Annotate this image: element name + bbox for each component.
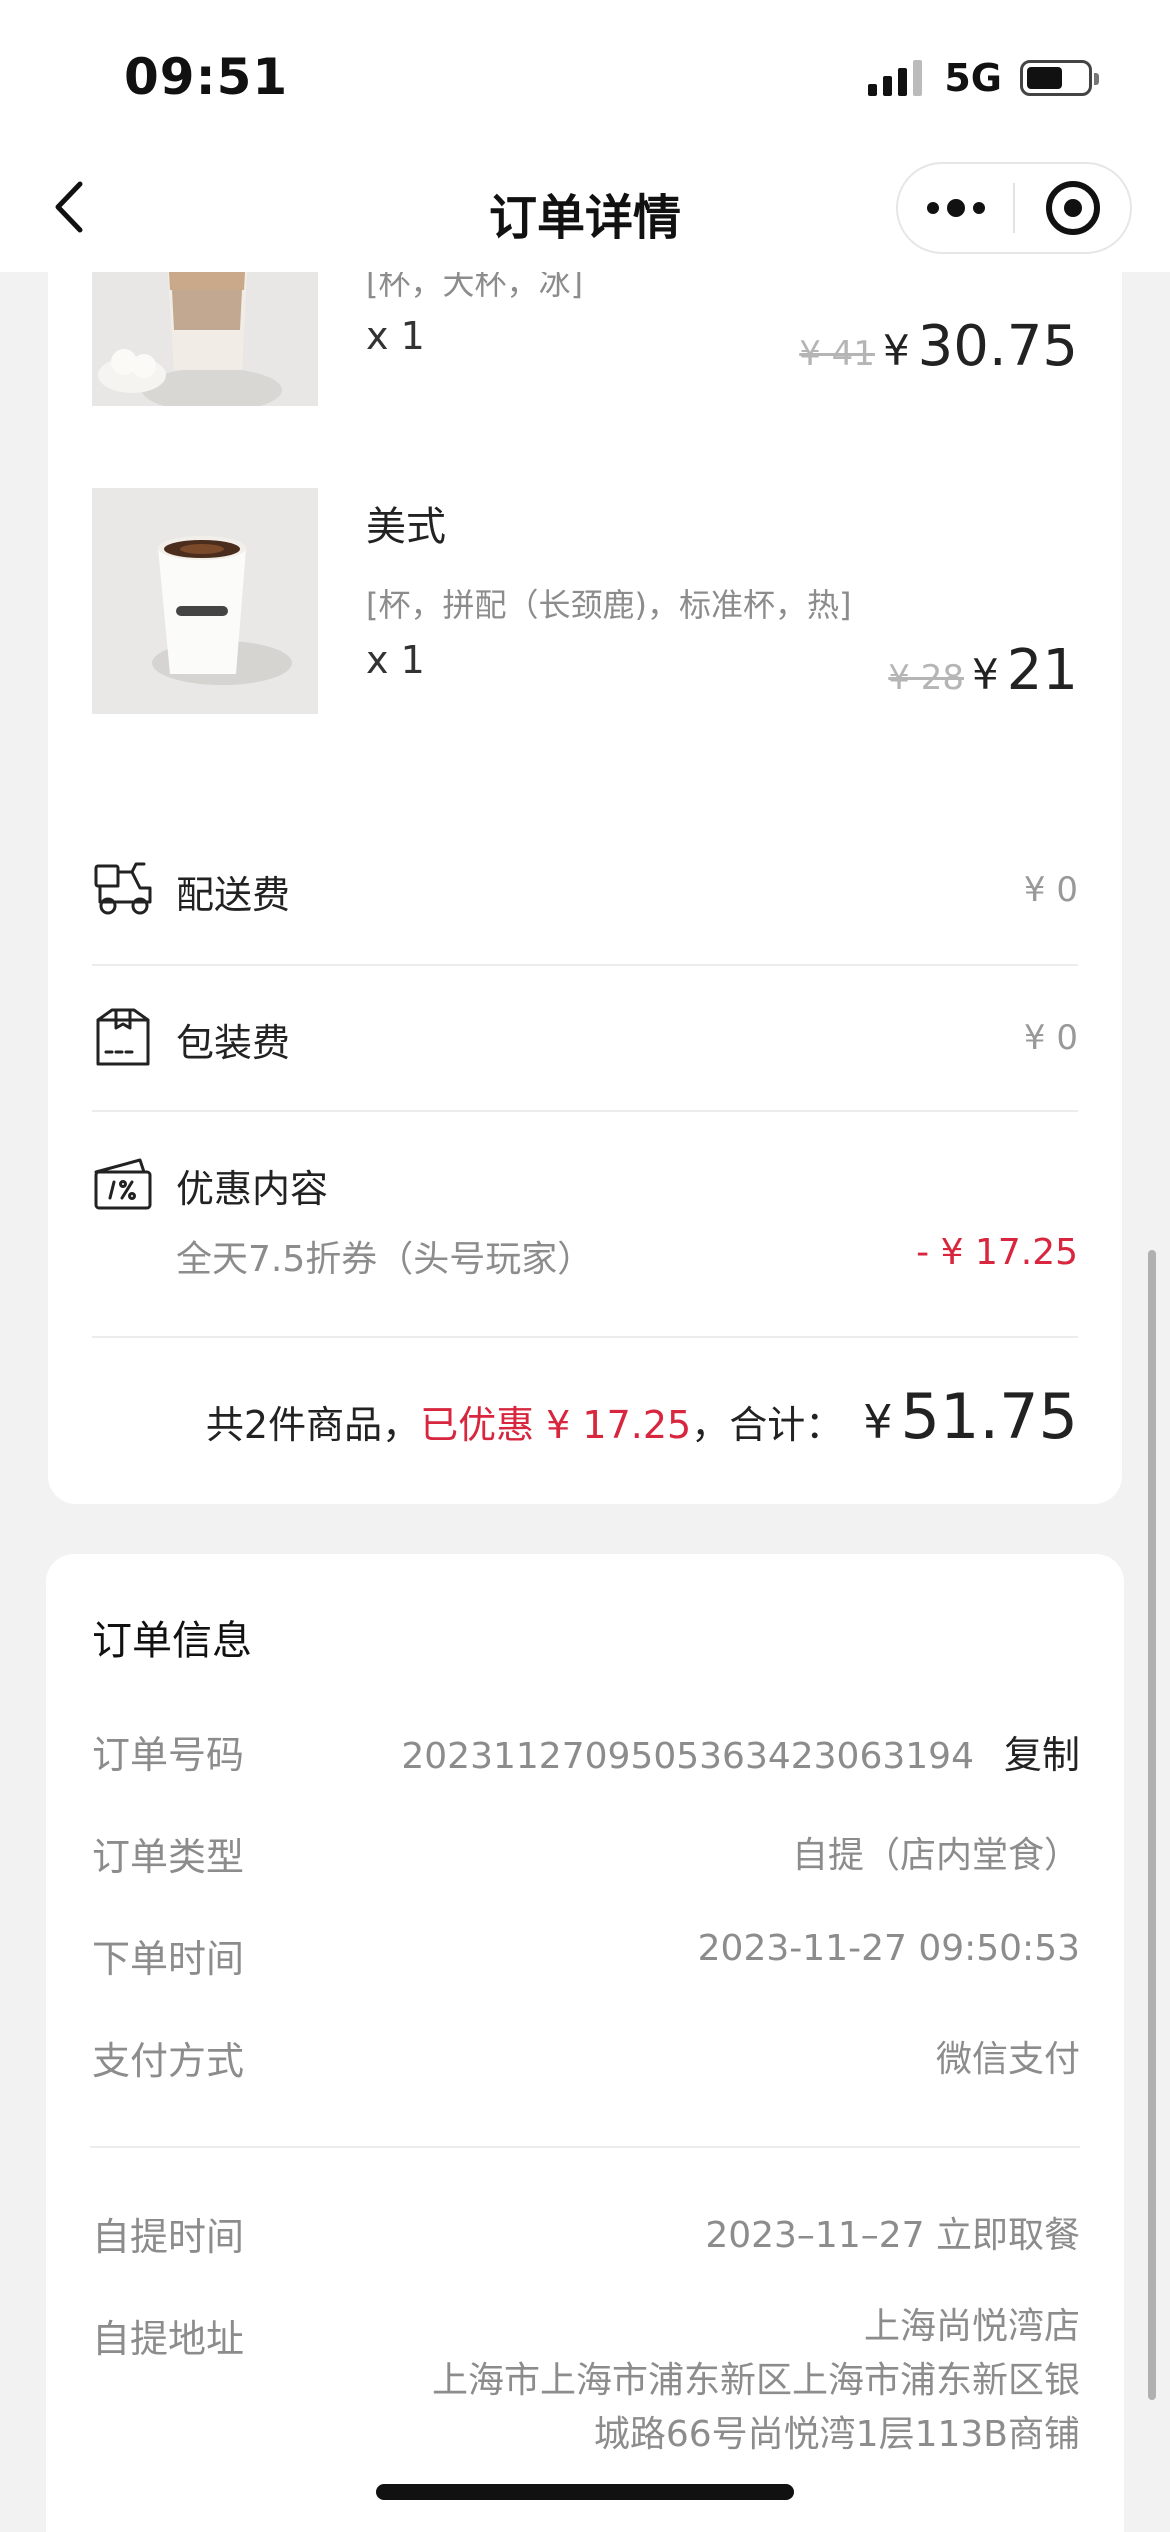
more-dots-icon bbox=[926, 202, 939, 214]
pickup-time-label: 自提时间 bbox=[92, 2215, 245, 2259]
product-price: ¥ 28 ¥ 21 bbox=[888, 638, 1078, 703]
home-indicator bbox=[376, 2484, 794, 2500]
pickup-address-line: 城路66号尚悦湾1层113B商铺 bbox=[593, 2414, 1080, 2455]
item-count: 共2件商品， bbox=[205, 1403, 421, 1447]
currency-symbol: ¥ bbox=[882, 326, 910, 375]
currency-symbol: ¥ bbox=[863, 1395, 893, 1449]
scrollbar[interactable] bbox=[1148, 1250, 1156, 2400]
network-label: 5G bbox=[944, 56, 1002, 100]
product-item[interactable]: 美式 [杯，拼配（长颈鹿)，标准杯，热] x 1 ¥ 28 ¥ 21 bbox=[92, 488, 1078, 714]
package-icon bbox=[96, 1008, 150, 1066]
pickup-store: 上海尚悦湾店 bbox=[863, 2306, 1080, 2347]
order-time-label: 下单时间 bbox=[92, 1937, 245, 1981]
fee-label: 优惠内容 bbox=[176, 1167, 329, 1211]
signal-icon bbox=[868, 60, 923, 96]
product-price: ¥ 41 ¥ 30.75 bbox=[799, 314, 1078, 379]
packing-fee-row: 包装费 ¥ 0 bbox=[92, 966, 1078, 1112]
scooter-icon bbox=[94, 862, 152, 915]
order-type: 自提（店内堂食） bbox=[791, 1835, 1080, 1876]
product-spec: [杯，拼配（长颈鹿)，标准杯，热] bbox=[366, 586, 852, 624]
order-info-card: 订单信息 订单号码 20231127095053634230631​94 复制 订… bbox=[46, 1554, 1124, 2532]
copy-button[interactable]: 复制 bbox=[1004, 1733, 1080, 1777]
total-amount: 51.75 bbox=[900, 1380, 1079, 1453]
order-type-label: 订单类型 bbox=[92, 1835, 245, 1879]
pickup-address-label: 自提地址 bbox=[92, 2317, 245, 2361]
mini-program-capsule bbox=[896, 162, 1132, 254]
fee-label: 包装费 bbox=[176, 1021, 291, 1065]
order-time: 2023-11-27 09:50:53 bbox=[697, 1928, 1080, 1969]
product-qty: x 1 bbox=[366, 638, 425, 682]
total-label: ，合计： bbox=[691, 1403, 844, 1447]
order-items-card: [杯，大杯，冰] x 1 ¥ 41 ¥ 30.75 美式 [杯，拼配（长颈鹿)，… bbox=[48, 180, 1122, 1504]
original-price: ¥ 28 bbox=[888, 658, 964, 698]
payment-label: 支付方式 bbox=[92, 2039, 245, 2083]
target-icon bbox=[1045, 181, 1100, 235]
product-qty: x 1 bbox=[366, 314, 425, 358]
pickup-time: 2023–11–27 立即取餐 bbox=[705, 2215, 1080, 2256]
final-price: 21 bbox=[1006, 638, 1078, 703]
order-number: 20231127095053634230631​94 bbox=[401, 1736, 974, 1777]
order-detail-screen: 09:51 5G 订单详情 [杯，大杯，冰] x 1 ¥ 41 ¥ 30.75 … bbox=[0, 0, 1170, 2532]
divider bbox=[90, 2146, 1080, 2148]
section-title: 订单信息 bbox=[92, 1618, 252, 1664]
pickup-address: 上海尚悦湾店 上海市上海市浦东新区上海市浦东新区银 城路66号尚悦湾1层113B… bbox=[432, 2300, 1080, 2462]
order-total: 共2件商品， 已优惠 ¥ 17.25 ，合计： ¥ 51.75 bbox=[206, 1380, 1078, 1453]
discount-summary: 已优惠 ¥ 17.25 bbox=[420, 1403, 692, 1447]
battery-icon bbox=[1020, 60, 1099, 96]
more-button[interactable] bbox=[898, 164, 1013, 252]
product-image bbox=[92, 488, 318, 714]
fee-value: ¥ 0 bbox=[1023, 870, 1078, 910]
order-number-row: 20231127095053634230631​94 复制 bbox=[401, 1724, 1080, 1779]
status-time: 09:51 bbox=[124, 48, 289, 106]
payment-method: 微信支付 bbox=[935, 2039, 1080, 2080]
close-miniprogram-button[interactable] bbox=[1015, 164, 1130, 252]
coupon-icon bbox=[94, 1158, 152, 1210]
product-name: 美式 bbox=[366, 504, 446, 550]
discount-value: - ¥ 17.25 bbox=[916, 1232, 1078, 1273]
divider bbox=[92, 1336, 1078, 1338]
fee-value: ¥ 0 bbox=[1023, 1018, 1078, 1058]
order-number-label: 订单号码 bbox=[92, 1733, 245, 1777]
final-price: 30.75 bbox=[917, 314, 1078, 379]
discount-detail: 全天7.5折券（头号玩家） bbox=[176, 1239, 594, 1280]
original-price: ¥ 41 bbox=[799, 334, 875, 374]
status-icons: 5G bbox=[868, 56, 1099, 100]
currency-symbol: ¥ bbox=[972, 650, 999, 699]
fee-label: 配送费 bbox=[176, 873, 291, 917]
delivery-fee-row: 配送费 ¥ 0 bbox=[92, 818, 1078, 964]
top-bar: 09:51 5G 订单详情 bbox=[0, 0, 1170, 272]
pickup-address-line: 上海市上海市浦东新区上海市浦东新区银 bbox=[431, 2360, 1080, 2401]
